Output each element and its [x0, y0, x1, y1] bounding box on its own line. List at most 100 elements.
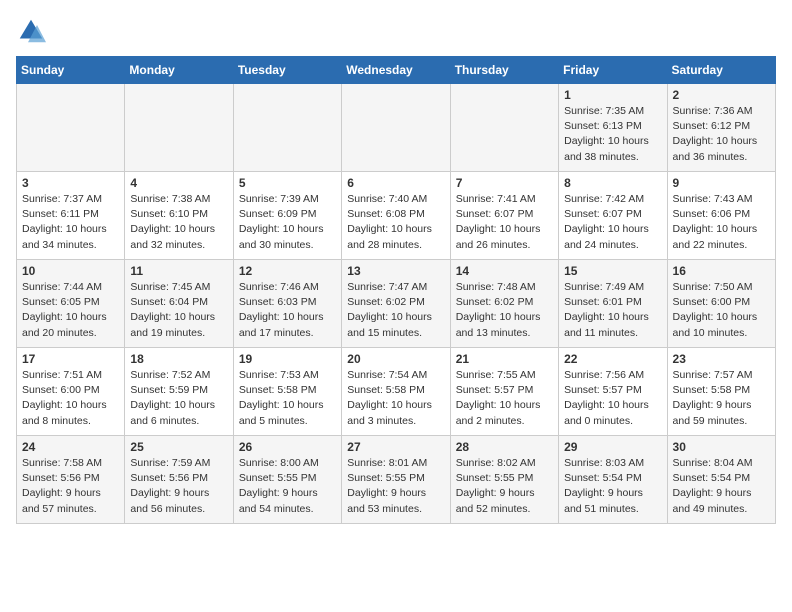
calendar-week-row: 3 Sunrise: 7:37 AM Sunset: 6:11 PM Daylig… — [17, 172, 776, 260]
calendar-cell: 28Sunrise: 8:02 AM Sunset: 5:55 PM Dayli… — [450, 436, 558, 524]
calendar-cell: 2 Sunrise: 7:36 AM Sunset: 6:12 PM Daylig… — [667, 84, 775, 172]
day-number: 10 — [22, 264, 119, 278]
calendar-cell: 21 Sunrise: 7:55 AM Sunset: 5:57 PM Dayli… — [450, 348, 558, 436]
calendar-cell: 16 Sunrise: 7:50 AM Sunset: 6:00 PM Dayli… — [667, 260, 775, 348]
logo — [16, 16, 50, 46]
day-info: Sunrise: 7:38 AM Sunset: 6:10 PM Dayligh… — [130, 192, 227, 253]
day-number: 28 — [456, 440, 553, 454]
day-info: Sunrise: 7:42 AM Sunset: 6:07 PM Dayligh… — [564, 192, 661, 253]
calendar-cell: 9 Sunrise: 7:43 AM Sunset: 6:06 PM Daylig… — [667, 172, 775, 260]
calendar-cell: 1 Sunrise: 7:35 AM Sunset: 6:13 PM Daylig… — [559, 84, 667, 172]
day-number: 8 — [564, 176, 661, 190]
day-info: Sunrise: 7:45 AM Sunset: 6:04 PM Dayligh… — [130, 280, 227, 341]
day-info: Sunrise: 7:55 AM Sunset: 5:57 PM Dayligh… — [456, 368, 553, 429]
calendar-header-friday: Friday — [559, 57, 667, 84]
calendar-header-sunday: Sunday — [17, 57, 125, 84]
calendar-cell: 30 Sunrise: 8:04 AM Sunset: 5:54 PM Dayli… — [667, 436, 775, 524]
logo-icon — [16, 16, 46, 46]
calendar-cell: 8 Sunrise: 7:42 AM Sunset: 6:07 PM Daylig… — [559, 172, 667, 260]
day-number: 16 — [673, 264, 770, 278]
calendar-cell: 22 Sunrise: 7:56 AM Sunset: 5:57 PM Dayli… — [559, 348, 667, 436]
day-info: Sunrise: 7:57 AM Sunset: 5:58 PM Dayligh… — [673, 368, 770, 429]
day-info: Sunrise: 7:36 AM Sunset: 6:12 PM Dayligh… — [673, 104, 770, 165]
day-number: 30 — [673, 440, 770, 454]
calendar-cell: 26Sunrise: 8:00 AM Sunset: 5:55 PM Dayli… — [233, 436, 341, 524]
day-info: Sunrise: 7:48 AM Sunset: 6:02 PM Dayligh… — [456, 280, 553, 341]
day-info: Sunrise: 8:03 AM Sunset: 5:54 PM Dayligh… — [564, 456, 661, 517]
day-number: 4 — [130, 176, 227, 190]
calendar-cell: 12 Sunrise: 7:46 AM Sunset: 6:03 PM Dayli… — [233, 260, 341, 348]
day-number: 18 — [130, 352, 227, 366]
day-number: 1 — [564, 88, 661, 102]
day-number: 25 — [130, 440, 227, 454]
calendar-cell — [125, 84, 233, 172]
day-info: Sunrise: 7:43 AM Sunset: 6:06 PM Dayligh… — [673, 192, 770, 253]
calendar-header-thursday: Thursday — [450, 57, 558, 84]
calendar-cell: 13Sunrise: 7:47 AM Sunset: 6:02 PM Dayli… — [342, 260, 450, 348]
day-number: 22 — [564, 352, 661, 366]
day-number: 5 — [239, 176, 336, 190]
calendar-header-wednesday: Wednesday — [342, 57, 450, 84]
calendar-cell: 25 Sunrise: 7:59 AM Sunset: 5:56 PM Dayli… — [125, 436, 233, 524]
day-info: Sunrise: 7:50 AM Sunset: 6:00 PM Dayligh… — [673, 280, 770, 341]
day-info: Sunrise: 7:54 AM Sunset: 5:58 PM Dayligh… — [347, 368, 444, 429]
calendar-cell — [450, 84, 558, 172]
day-info: Sunrise: 7:52 AM Sunset: 5:59 PM Dayligh… — [130, 368, 227, 429]
calendar-cell: 5 Sunrise: 7:39 AM Sunset: 6:09 PM Daylig… — [233, 172, 341, 260]
day-number: 15 — [564, 264, 661, 278]
calendar-header-saturday: Saturday — [667, 57, 775, 84]
day-info: Sunrise: 7:41 AM Sunset: 6:07 PM Dayligh… — [456, 192, 553, 253]
calendar-cell: 18 Sunrise: 7:52 AM Sunset: 5:59 PM Dayli… — [125, 348, 233, 436]
calendar-header-row: SundayMondayTuesdayWednesdayThursdayFrid… — [17, 57, 776, 84]
calendar-header-tuesday: Tuesday — [233, 57, 341, 84]
day-info: Sunrise: 7:35 AM Sunset: 6:13 PM Dayligh… — [564, 104, 661, 165]
calendar-cell: 15 Sunrise: 7:49 AM Sunset: 6:01 PM Dayli… — [559, 260, 667, 348]
calendar-header-monday: Monday — [125, 57, 233, 84]
day-number: 29 — [564, 440, 661, 454]
calendar-cell: 10 Sunrise: 7:44 AM Sunset: 6:05 PM Dayli… — [17, 260, 125, 348]
calendar-cell: 3 Sunrise: 7:37 AM Sunset: 6:11 PM Daylig… — [17, 172, 125, 260]
day-info: Sunrise: 7:53 AM Sunset: 5:58 PM Dayligh… — [239, 368, 336, 429]
day-number: 14 — [456, 264, 553, 278]
calendar-cell: 27 Sunrise: 8:01 AM Sunset: 5:55 PM Dayli… — [342, 436, 450, 524]
calendar-cell: 29 Sunrise: 8:03 AM Sunset: 5:54 PM Dayli… — [559, 436, 667, 524]
day-info: Sunrise: 7:47 AM Sunset: 6:02 PM Dayligh… — [347, 280, 444, 341]
calendar-cell: 4 Sunrise: 7:38 AM Sunset: 6:10 PM Daylig… — [125, 172, 233, 260]
day-info: Sunrise: 7:39 AM Sunset: 6:09 PM Dayligh… — [239, 192, 336, 253]
day-info: Sunrise: 7:44 AM Sunset: 6:05 PM Dayligh… — [22, 280, 119, 341]
day-number: 23 — [673, 352, 770, 366]
day-number: 6 — [347, 176, 444, 190]
day-info: Sunrise: 7:56 AM Sunset: 5:57 PM Dayligh… — [564, 368, 661, 429]
day-number: 11 — [130, 264, 227, 278]
day-info: Sunrise: 7:40 AM Sunset: 6:08 PM Dayligh… — [347, 192, 444, 253]
day-info: Sunrise: 7:51 AM Sunset: 6:00 PM Dayligh… — [22, 368, 119, 429]
day-info: Sunrise: 7:59 AM Sunset: 5:56 PM Dayligh… — [130, 456, 227, 517]
calendar-cell: 7Sunrise: 7:41 AM Sunset: 6:07 PM Daylig… — [450, 172, 558, 260]
page-header — [16, 16, 776, 46]
calendar-week-row: 17 Sunrise: 7:51 AM Sunset: 6:00 PM Dayli… — [17, 348, 776, 436]
day-number: 3 — [22, 176, 119, 190]
day-number: 17 — [22, 352, 119, 366]
day-number: 19 — [239, 352, 336, 366]
day-info: Sunrise: 7:49 AM Sunset: 6:01 PM Dayligh… — [564, 280, 661, 341]
day-number: 21 — [456, 352, 553, 366]
day-number: 26 — [239, 440, 336, 454]
day-info: Sunrise: 8:01 AM Sunset: 5:55 PM Dayligh… — [347, 456, 444, 517]
day-number: 9 — [673, 176, 770, 190]
day-info: Sunrise: 7:37 AM Sunset: 6:11 PM Dayligh… — [22, 192, 119, 253]
day-info: Sunrise: 7:46 AM Sunset: 6:03 PM Dayligh… — [239, 280, 336, 341]
calendar-table: SundayMondayTuesdayWednesdayThursdayFrid… — [16, 56, 776, 524]
day-info: Sunrise: 7:58 AM Sunset: 5:56 PM Dayligh… — [22, 456, 119, 517]
day-info: Sunrise: 8:04 AM Sunset: 5:54 PM Dayligh… — [673, 456, 770, 517]
calendar-cell: 23 Sunrise: 7:57 AM Sunset: 5:58 PM Dayli… — [667, 348, 775, 436]
calendar-cell: 20 Sunrise: 7:54 AM Sunset: 5:58 PM Dayli… — [342, 348, 450, 436]
calendar-cell: 11 Sunrise: 7:45 AM Sunset: 6:04 PM Dayli… — [125, 260, 233, 348]
day-number: 27 — [347, 440, 444, 454]
day-number: 12 — [239, 264, 336, 278]
calendar-week-row: 24Sunrise: 7:58 AM Sunset: 5:56 PM Dayli… — [17, 436, 776, 524]
calendar-cell: 19 Sunrise: 7:53 AM Sunset: 5:58 PM Dayli… — [233, 348, 341, 436]
calendar-week-row: 10 Sunrise: 7:44 AM Sunset: 6:05 PM Dayli… — [17, 260, 776, 348]
calendar-cell: 24Sunrise: 7:58 AM Sunset: 5:56 PM Dayli… — [17, 436, 125, 524]
day-number: 2 — [673, 88, 770, 102]
day-number: 20 — [347, 352, 444, 366]
